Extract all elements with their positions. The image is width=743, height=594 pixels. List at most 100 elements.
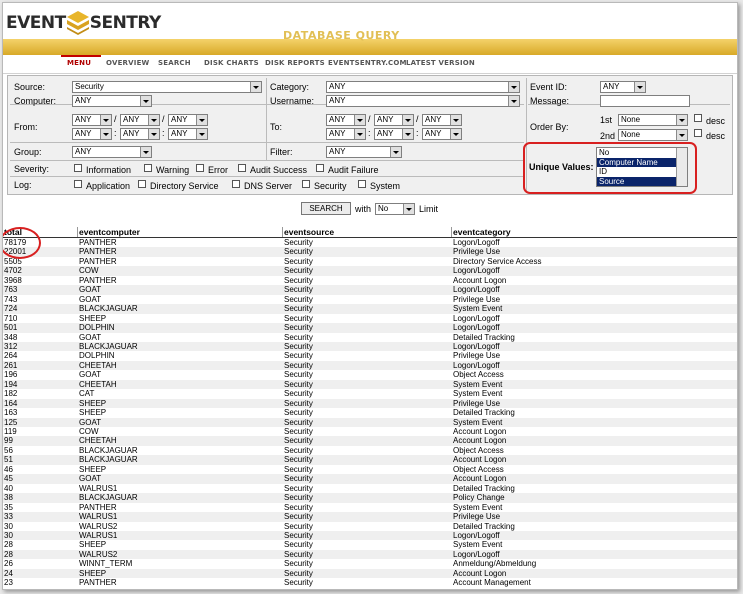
- cell-eventsource: Security: [284, 521, 313, 531]
- log-application-checkbox[interactable]: [74, 180, 82, 188]
- severity-audit-failure-checkbox[interactable]: [316, 164, 324, 172]
- table-row: 38 BLACKJAGUAR Security Policy Change: [3, 493, 737, 503]
- to-year-select[interactable]: ANY: [422, 114, 462, 126]
- chevron-down-icon: [634, 82, 645, 92]
- col-eventcategory: eventcategory: [453, 227, 511, 237]
- table-row: 45 GOAT Security Account Logon: [3, 474, 737, 484]
- cell-eventcategory: System Event: [453, 304, 503, 314]
- unique-option-id[interactable]: ID: [597, 167, 687, 177]
- cell-total: 40: [4, 483, 13, 493]
- nav-overview[interactable]: OVERVIEW: [106, 59, 149, 67]
- severity-audit-success-checkbox[interactable]: [238, 164, 246, 172]
- from-month-select[interactable]: ANY: [72, 114, 112, 126]
- unique-option-source[interactable]: Source: [597, 176, 687, 186]
- to-year-value: ANY: [425, 115, 442, 124]
- nav-eventsentry-com[interactable]: EVENTSENTRY.COM: [328, 59, 407, 67]
- log-directory-service-checkbox[interactable]: [138, 180, 146, 188]
- cell-total: 33: [4, 512, 13, 522]
- nav-latest-version[interactable]: LATEST VERSION: [406, 59, 475, 67]
- severity-error-checkbox[interactable]: [196, 164, 204, 172]
- cell-total: 3968: [4, 275, 22, 285]
- cell-eventsource: Security: [284, 323, 313, 333]
- source-label: Source:: [14, 82, 46, 92]
- table-row: 312 BLACKJAGUAR Security Logon/Logoff: [3, 341, 737, 352]
- col-eventsource: eventsource: [284, 227, 335, 237]
- table-row: 28 WALRUS2 Security Logon/Logoff: [3, 549, 737, 560]
- cell-eventcategory: Detailed Tracking: [453, 483, 515, 493]
- cell-eventcomputer: BLACKJAGUAR: [79, 304, 138, 314]
- search-button[interactable]: SEARCH: [301, 202, 351, 215]
- unique-option-no[interactable]: No: [597, 148, 687, 158]
- nav-disk-reports[interactable]: DISK REPORTS: [265, 59, 325, 67]
- cell-eventsource: Security: [284, 549, 313, 559]
- to-hour-select[interactable]: ANY: [326, 128, 366, 140]
- cell-eventcomputer: GOAT: [79, 332, 102, 342]
- cell-eventcategory: System Event: [453, 540, 503, 550]
- cell-total: 26: [4, 559, 13, 569]
- order-1st-value: None: [621, 115, 641, 124]
- cell-eventcomputer: COW: [79, 427, 99, 436]
- filter-select[interactable]: ANY: [326, 146, 402, 158]
- log-dns-server-label: DNS Server: [244, 181, 293, 191]
- nav-search[interactable]: SEARCH: [158, 59, 191, 67]
- order-1st-select[interactable]: None: [618, 114, 688, 126]
- log-system-checkbox[interactable]: [358, 180, 366, 188]
- table-row: 22001 PANTHER Security Privilege Use: [3, 247, 737, 257]
- cell-eventsource: Security: [284, 568, 313, 578]
- nav-disk-charts[interactable]: DISK CHARTS: [204, 59, 259, 67]
- date-separator: /: [114, 114, 117, 124]
- log-security-checkbox[interactable]: [302, 180, 310, 188]
- limit-select[interactable]: No: [375, 203, 415, 215]
- from-minute-select[interactable]: ANY: [120, 128, 160, 140]
- log-dns-server-checkbox[interactable]: [232, 180, 240, 188]
- cell-total: 710: [4, 313, 18, 323]
- cell-eventsource: Security: [284, 332, 313, 342]
- chevron-down-icon: [450, 129, 461, 139]
- cell-eventcategory: Detailed Tracking: [453, 521, 515, 531]
- cell-eventsource: Security: [284, 379, 313, 389]
- from-year-select[interactable]: ANY: [168, 114, 208, 126]
- table-row: 24 SHEEP Security Account Logon: [3, 568, 737, 579]
- table-row: 196 GOAT Security Object Access: [3, 370, 737, 380]
- unique-values-listbox[interactable]: No Computer Name ID Source: [596, 147, 688, 187]
- cell-eventsource: Security: [284, 294, 313, 304]
- cell-eventcomputer: SHEEP: [79, 568, 107, 578]
- logo-word-event: EVENT: [6, 13, 66, 33]
- computer-select[interactable]: ANY: [72, 95, 152, 107]
- from-hour-select[interactable]: ANY: [72, 128, 112, 140]
- to-day-select[interactable]: ANY: [374, 114, 414, 126]
- source-select[interactable]: Security: [72, 81, 262, 93]
- message-input[interactable]: [600, 95, 690, 107]
- cell-total: 38: [4, 493, 13, 503]
- chevron-down-icon: [140, 96, 151, 106]
- severity-information-checkbox[interactable]: [74, 164, 82, 172]
- unique-option-computer-name[interactable]: Computer Name: [597, 157, 687, 167]
- group-select[interactable]: ANY: [72, 146, 152, 158]
- cell-total: 163: [4, 408, 18, 418]
- cell-eventsource: Security: [284, 540, 313, 550]
- listbox-scrollbar[interactable]: [676, 148, 687, 186]
- table-row: 51 BLACKJAGUAR Security Account Logon: [3, 455, 737, 465]
- chevron-down-icon: [250, 82, 261, 92]
- to-month-select[interactable]: ANY: [326, 114, 366, 126]
- eventid-select[interactable]: ANY: [600, 81, 646, 93]
- category-select[interactable]: ANY: [326, 81, 520, 93]
- computer-value: ANY: [75, 96, 92, 105]
- nav-menu[interactable]: MENU: [67, 59, 91, 67]
- severity-warning-checkbox[interactable]: [144, 164, 152, 172]
- username-select[interactable]: ANY: [326, 95, 520, 107]
- from-hour-value: ANY: [75, 129, 92, 138]
- cell-eventcomputer: PANTHER: [79, 256, 117, 266]
- from-day-select[interactable]: ANY: [120, 114, 160, 126]
- to-minute-select[interactable]: ANY: [374, 128, 414, 140]
- from-second-select[interactable]: ANY: [168, 128, 208, 140]
- cell-total: 196: [4, 370, 18, 380]
- chevron-down-icon: [403, 204, 414, 214]
- to-second-select[interactable]: ANY: [422, 128, 462, 140]
- table-row: 164 SHEEP Security Privilege Use: [3, 398, 737, 409]
- cell-eventsource: Security: [284, 304, 313, 314]
- order-2nd-select[interactable]: None: [618, 129, 688, 141]
- table-row: 33 WALRUS1 Security Privilege Use: [3, 512, 737, 522]
- order-2nd-desc-checkbox[interactable]: [694, 129, 702, 137]
- order-1st-desc-checkbox[interactable]: [694, 114, 702, 122]
